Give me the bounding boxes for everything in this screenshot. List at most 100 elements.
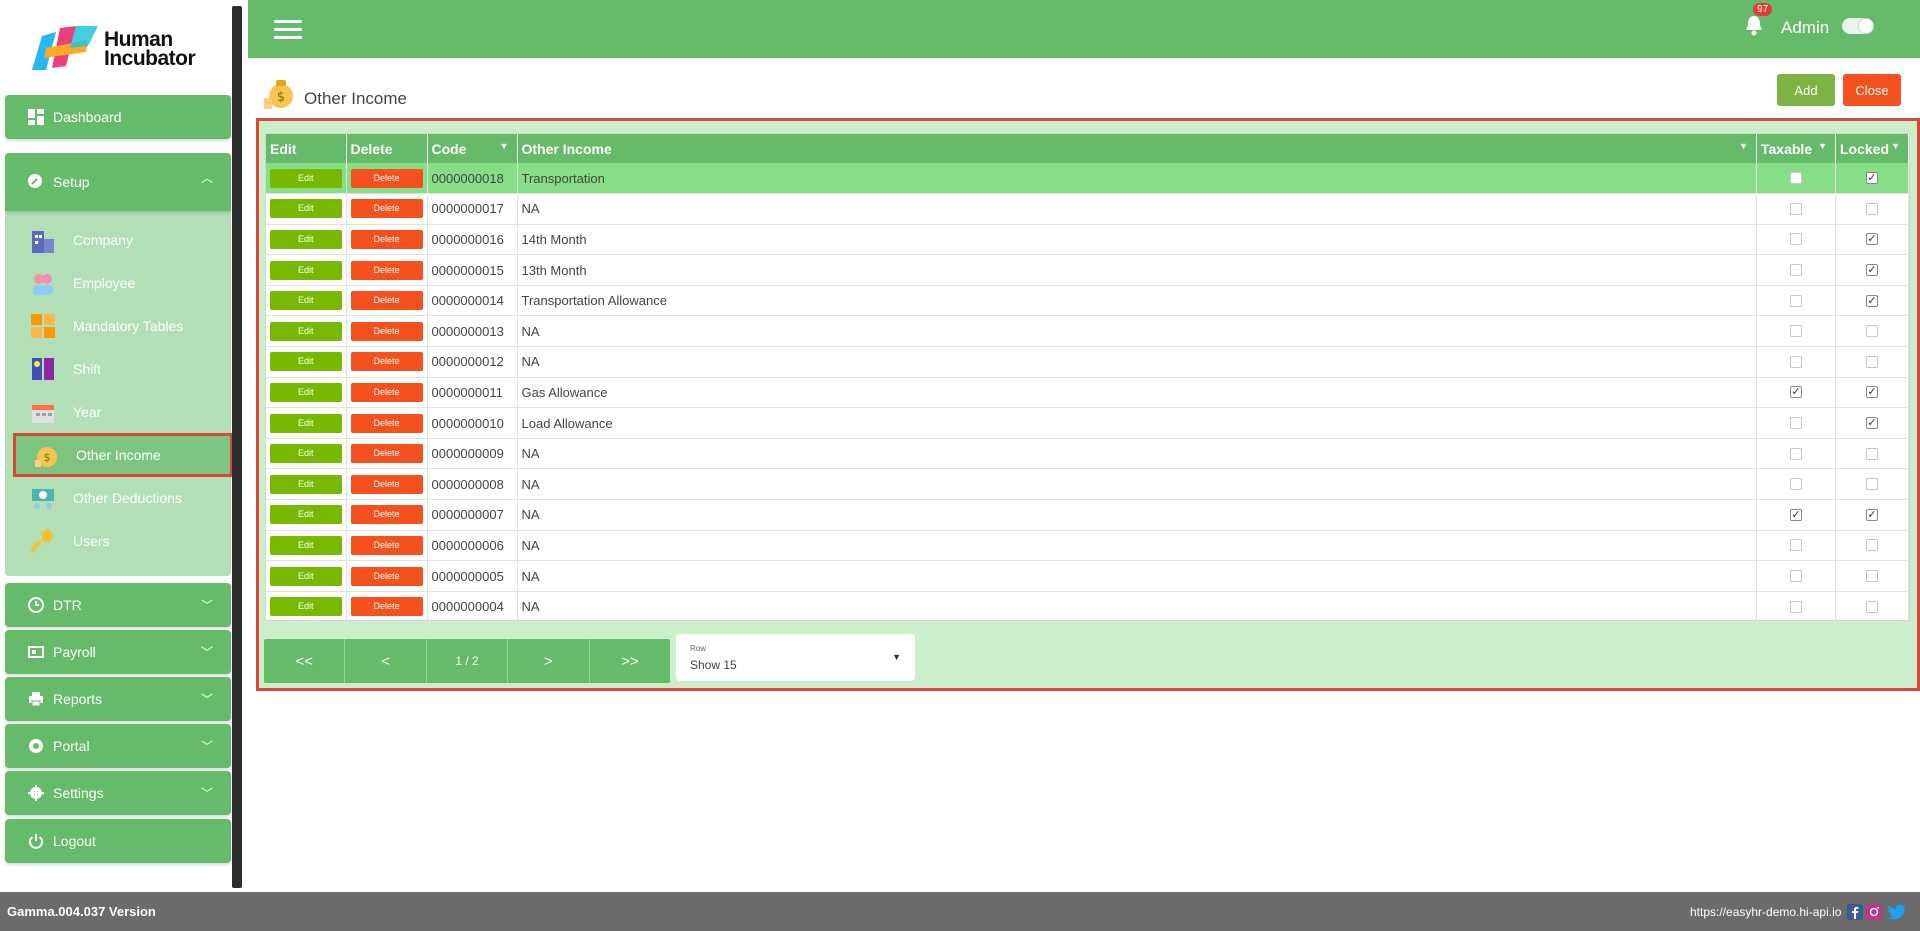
twitter-icon[interactable] xyxy=(1886,903,1906,921)
delete-button[interactable]: Delete xyxy=(350,352,423,372)
edit-button[interactable]: Edit xyxy=(269,382,342,402)
sidebar-item-other-deductions[interactable]: Other Deductions xyxy=(29,481,225,515)
nav-dtr[interactable]: DTR ﹀ xyxy=(5,583,231,627)
edit-button[interactable]: Edit xyxy=(269,229,342,249)
taxable-checkbox[interactable] xyxy=(1790,417,1802,430)
edit-button[interactable]: Edit xyxy=(269,168,342,188)
edit-button[interactable]: Edit xyxy=(269,352,342,372)
edit-button[interactable]: Edit xyxy=(269,413,342,433)
locked-checkbox[interactable] xyxy=(1866,600,1878,613)
sidebar-item-mandatory-tables[interactable]: Mandatory Tables xyxy=(29,309,225,343)
taxable-checkbox[interactable] xyxy=(1790,325,1802,338)
taxable-checkbox[interactable] xyxy=(1790,202,1802,215)
delete-button[interactable]: Delete xyxy=(350,382,423,402)
locked-checkbox[interactable]: ✓ xyxy=(1866,386,1878,399)
col-header-taxable[interactable]: Taxable ▼ xyxy=(1756,134,1836,163)
delete-button[interactable]: Delete xyxy=(350,535,423,555)
table-row[interactable]: Edit Delete 0000000016 14th Month ✓ xyxy=(266,224,1909,255)
site-url[interactable]: https://easyhr-demo.hi-api.io xyxy=(1690,905,1841,919)
sidebar-item-users[interactable]: Users xyxy=(29,524,225,558)
sidebar-item-other-income[interactable]: $ Other Income xyxy=(13,433,233,477)
delete-button[interactable]: Delete xyxy=(350,474,423,494)
locked-checkbox[interactable]: ✓ xyxy=(1866,172,1878,185)
locked-checkbox[interactable] xyxy=(1866,355,1878,368)
filter-icon[interactable]: ▼ xyxy=(1818,141,1827,151)
table-row[interactable]: Edit Delete 0000000007 NA ✓ ✓ xyxy=(266,499,1909,531)
taxable-checkbox[interactable] xyxy=(1790,539,1802,552)
delete-button[interactable]: Delete xyxy=(350,597,423,617)
locked-checkbox[interactable] xyxy=(1866,539,1878,552)
taxable-checkbox[interactable]: ✓ xyxy=(1790,386,1802,399)
close-button[interactable]: Close xyxy=(1843,74,1901,106)
taxable-checkbox[interactable] xyxy=(1790,478,1802,491)
nav-reports[interactable]: Reports ﹀ xyxy=(5,677,231,721)
edit-button[interactable]: Edit xyxy=(269,535,342,555)
delete-button[interactable]: Delete xyxy=(350,291,423,311)
edit-button[interactable]: Edit xyxy=(269,444,342,464)
locked-checkbox[interactable]: ✓ xyxy=(1866,294,1878,307)
taxable-checkbox[interactable]: ✓ xyxy=(1790,508,1802,521)
locked-checkbox[interactable]: ✓ xyxy=(1866,508,1878,521)
locked-checkbox[interactable] xyxy=(1866,325,1878,338)
table-row[interactable]: Edit Delete 0000000017 NA xyxy=(266,193,1909,225)
taxable-checkbox[interactable] xyxy=(1790,447,1802,460)
table-row[interactable]: Edit Delete 0000000008 NA xyxy=(266,468,1909,500)
bell-icon[interactable] xyxy=(1744,14,1764,36)
add-button[interactable]: Add xyxy=(1777,74,1835,106)
locked-checkbox[interactable] xyxy=(1866,570,1878,583)
locked-checkbox[interactable] xyxy=(1866,202,1878,215)
taxable-checkbox[interactable] xyxy=(1790,233,1802,246)
edit-button[interactable]: Edit xyxy=(269,597,342,617)
nav-setup[interactable]: Setup ︿ xyxy=(5,153,231,211)
table-row[interactable]: Edit Delete 0000000018 Transportation ✓ xyxy=(266,163,1909,194)
edit-button[interactable]: Edit xyxy=(269,321,342,341)
table-row[interactable]: Edit Delete 0000000011 Gas Allowance ✓ ✓ xyxy=(266,377,1909,408)
col-header-other-income[interactable]: Other Income ▼ xyxy=(517,134,1757,163)
delete-button[interactable]: Delete xyxy=(350,444,423,464)
delete-button[interactable]: Delete xyxy=(350,413,423,433)
table-row[interactable]: Edit Delete 0000000009 NA xyxy=(266,438,1909,469)
taxable-checkbox[interactable] xyxy=(1790,264,1802,277)
delete-button[interactable]: Delete xyxy=(350,321,423,341)
delete-button[interactable]: Delete xyxy=(350,505,423,525)
filter-icon[interactable]: ▼ xyxy=(500,141,509,151)
delete-button[interactable]: Delete xyxy=(350,566,423,586)
locked-checkbox[interactable]: ✓ xyxy=(1866,264,1878,277)
table-row[interactable]: Edit Delete 0000000010 Load Allowance ✓ xyxy=(266,407,1909,439)
locked-checkbox[interactable]: ✓ xyxy=(1866,233,1878,246)
sidebar-item-company[interactable]: Company xyxy=(29,223,225,257)
edit-button[interactable]: Edit xyxy=(269,199,342,219)
sidebar-item-shift[interactable]: Shift xyxy=(29,352,225,386)
nav-logout[interactable]: Logout xyxy=(5,819,231,863)
rows-per-page-select[interactable]: Row Show 15 ▼ xyxy=(676,634,915,681)
edit-button[interactable]: Edit xyxy=(269,260,342,280)
edit-button[interactable]: Edit xyxy=(269,505,342,525)
table-row[interactable]: Edit Delete 0000000005 NA xyxy=(266,560,1909,592)
last-page-button[interactable]: >> xyxy=(590,639,670,683)
edit-button[interactable]: Edit xyxy=(269,291,342,311)
nav-settings[interactable]: Settings ﹀ xyxy=(5,771,231,815)
next-page-button[interactable]: > xyxy=(508,639,590,683)
delete-button[interactable]: Delete xyxy=(350,199,423,219)
edit-button[interactable]: Edit xyxy=(269,474,342,494)
col-header-locked[interactable]: Locked ▼ xyxy=(1835,134,1909,163)
taxable-checkbox[interactable] xyxy=(1790,172,1802,185)
locked-checkbox[interactable] xyxy=(1866,478,1878,491)
filter-icon[interactable]: ▼ xyxy=(1739,141,1748,151)
taxable-checkbox[interactable] xyxy=(1790,355,1802,368)
sidebar-item-employee[interactable]: Employee xyxy=(29,266,225,300)
sidebar-scrollbar[interactable] xyxy=(232,6,242,888)
taxable-checkbox[interactable] xyxy=(1790,570,1802,583)
sidebar-item-year[interactable]: Year xyxy=(29,395,225,429)
facebook-icon[interactable] xyxy=(1847,904,1863,920)
instagram-icon[interactable] xyxy=(1866,904,1882,920)
taxable-checkbox[interactable] xyxy=(1790,600,1802,613)
nav-payroll[interactable]: Payroll ﹀ xyxy=(5,630,231,674)
delete-button[interactable]: Delete xyxy=(350,229,423,249)
first-page-button[interactable]: << xyxy=(264,639,346,683)
prev-page-button[interactable]: < xyxy=(345,639,427,683)
locked-checkbox[interactable]: ✓ xyxy=(1866,417,1878,430)
nav-dashboard[interactable]: Dashboard xyxy=(5,95,231,139)
table-row[interactable]: Edit Delete 0000000013 NA xyxy=(266,315,1909,347)
table-row[interactable]: Edit Delete 0000000014 Transportation Allow… xyxy=(266,285,1909,316)
